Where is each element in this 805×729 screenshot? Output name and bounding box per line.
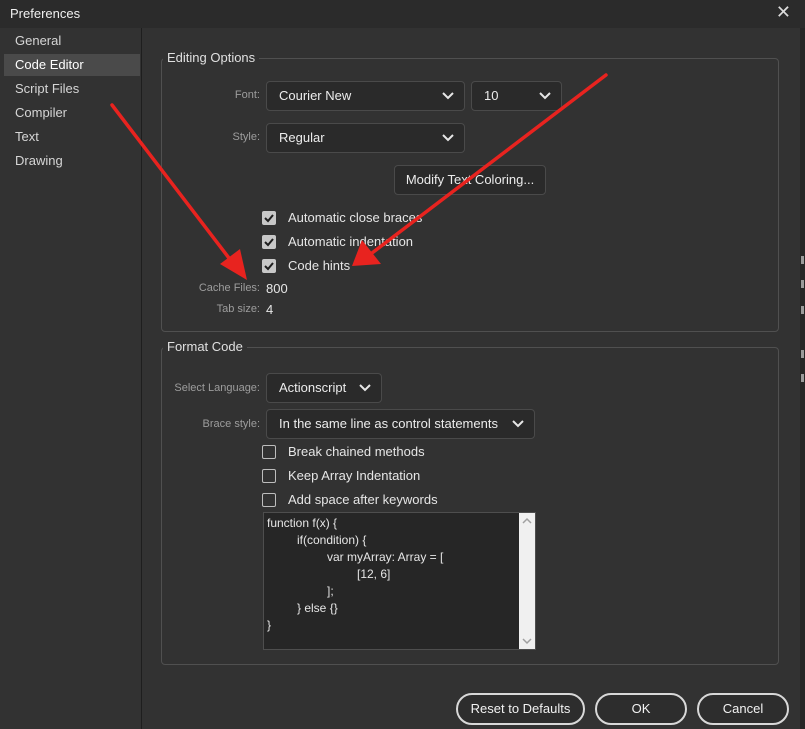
window-title: Preferences <box>10 6 81 21</box>
strip-mark <box>801 374 804 382</box>
checkbox-label: Break chained methods <box>288 444 425 459</box>
select-language-label: Select Language: <box>174 382 260 394</box>
brace-style-value: In the same line as control statements <box>279 416 498 431</box>
checkbox-label: Automatic indentation <box>288 234 414 249</box>
code-line: var myArray: Array = [ <box>327 550 444 564</box>
checkbox-label: Keep Array Indentation <box>288 468 421 483</box>
reset-to-defaults-button[interactable]: Reset to Defaults <box>456 693 585 725</box>
title-bar: Preferences ✕ <box>0 0 805 26</box>
style-label: Style: <box>232 131 260 143</box>
strip-mark <box>801 306 804 314</box>
font-size-dropdown[interactable]: 10 <box>471 81 562 111</box>
checkbox-unchecked[interactable] <box>262 469 276 483</box>
code-line: function f(x) { <box>267 516 338 530</box>
chevron-down-icon <box>442 134 454 142</box>
category-sidebar: General Code Editor Script Files Compile… <box>0 28 142 729</box>
code-line: [12, 6] <box>357 567 391 581</box>
checkbox-label: Add space after keywords <box>288 492 438 507</box>
checkmark-icon <box>264 238 274 247</box>
scroll-up-icon[interactable] <box>522 517 532 525</box>
cancel-button[interactable]: Cancel <box>697 693 789 725</box>
brace-style-label: Brace style: <box>202 418 260 430</box>
code-line: if(condition) { <box>297 533 367 547</box>
font-label: Font: <box>234 89 260 101</box>
cache-files-value[interactable]: 800 <box>266 281 288 296</box>
code-line: } else {} <box>297 601 338 615</box>
checkbox-unchecked[interactable] <box>262 445 276 459</box>
cache-files-label: Cache Files: <box>198 282 260 294</box>
chevron-down-icon <box>359 384 371 392</box>
checkbox-checked[interactable] <box>262 259 276 273</box>
checkmark-icon <box>264 214 274 223</box>
sidebar-item-drawing[interactable]: Drawing <box>4 150 140 172</box>
sidebar-item-text[interactable]: Text <box>4 126 140 148</box>
brace-style-dropdown[interactable]: In the same line as control statements <box>266 409 535 439</box>
checkbox-label: Code hints <box>288 258 351 273</box>
checkmark-icon <box>264 262 274 271</box>
chevron-down-icon <box>442 92 454 100</box>
tab-size-label: Tab size: <box>216 303 260 315</box>
language-dropdown[interactable]: Actionscript <box>266 373 382 403</box>
strip-mark <box>801 350 804 358</box>
strip-mark <box>801 256 804 264</box>
checkbox-label: Automatic close braces <box>288 210 423 225</box>
background-window-edge <box>800 28 805 729</box>
style-dropdown-value: Regular <box>279 130 325 145</box>
checkbox-checked[interactable] <box>262 211 276 225</box>
font-size-value: 10 <box>484 88 499 103</box>
code-line: } <box>267 618 272 632</box>
format-code-title: Format Code <box>163 339 247 354</box>
language-dropdown-value: Actionscript <box>279 380 347 395</box>
font-dropdown-value: Courier New <box>279 88 352 103</box>
checkbox-unchecked[interactable] <box>262 493 276 507</box>
strip-mark <box>801 280 804 288</box>
sidebar-item-script-files[interactable]: Script Files <box>4 78 140 100</box>
sidebar-item-compiler[interactable]: Compiler <box>4 102 140 124</box>
code-line: ]; <box>327 584 334 598</box>
tab-size-value[interactable]: 4 <box>266 302 273 317</box>
code-scrollbar[interactable] <box>519 513 535 649</box>
code-preview[interactable]: function f(x) { if(condition) { var myAr… <box>263 512 536 650</box>
close-icon[interactable]: ✕ <box>776 3 791 21</box>
checkbox-checked[interactable] <box>262 235 276 249</box>
chevron-down-icon <box>539 92 551 100</box>
modify-text-coloring-button[interactable]: Modify Text Coloring... <box>394 165 546 195</box>
editing-options-title: Editing Options <box>163 50 260 65</box>
ok-button[interactable]: OK <box>595 693 687 725</box>
font-dropdown[interactable]: Courier New <box>266 81 465 111</box>
scroll-down-icon[interactable] <box>522 637 532 645</box>
chevron-down-icon <box>512 420 524 428</box>
sidebar-item-general[interactable]: General <box>4 30 140 52</box>
style-dropdown[interactable]: Regular <box>266 123 465 153</box>
sidebar-item-code-editor[interactable]: Code Editor <box>4 54 140 76</box>
